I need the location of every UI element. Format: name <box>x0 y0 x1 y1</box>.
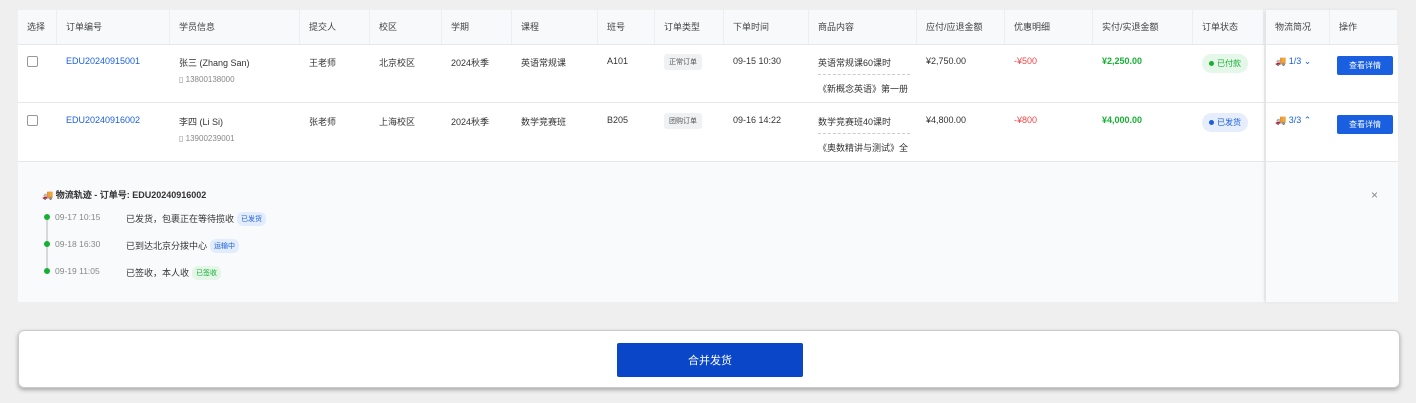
view-details-button[interactable]: 查看详情 <box>1337 115 1393 134</box>
actual-amount: ¥2,250.00 <box>1102 56 1143 66</box>
goods-list: 英语常规课60课时《新概念英语》第一册 <box>809 44 917 102</box>
phone-icon: ▯ <box>179 75 184 84</box>
status-dot <box>1209 120 1214 125</box>
col-header: 优惠明细 <box>1005 10 1093 44</box>
event-badge: 已发货 <box>237 212 267 226</box>
timeline-dot <box>44 241 50 247</box>
row-checkbox[interactable] <box>27 115 38 126</box>
bottom-bar: 合并发货 <box>18 330 1400 388</box>
col-header: 应付/应退金额 <box>917 10 1005 44</box>
merge-ship-button[interactable]: 合并发货 <box>617 343 803 377</box>
phone-icon: ▯ <box>179 134 184 143</box>
col-header: 校区 <box>370 10 442 44</box>
col-header: 学期 <box>442 10 512 44</box>
table-row: EDU20240916002 李四 (Li Si) ▯ 13900239001 张… <box>18 103 1264 162</box>
discount-amount: -¥800 <box>1014 115 1038 125</box>
logistics-toggle[interactable]: 🚚 1/3 ⌄ <box>1275 56 1311 66</box>
term: 2024秋季 <box>451 117 490 127</box>
col-header: 订单状态 <box>1193 10 1264 44</box>
col-header: 学员信息 <box>170 10 300 44</box>
goods-item: 《新概念英语》第一册 <box>818 84 909 94</box>
event-text: 已签收，本人收 <box>126 268 190 278</box>
col-header: 实付/实退金额 <box>1093 10 1193 44</box>
col-header: 班号 <box>598 10 655 44</box>
student-phone: 13800138000 <box>185 75 235 84</box>
orders-table: 选择 订单编号 学员信息 提交人 校区 学期 课程 班号 订单类型 下单时间 商… <box>18 10 1264 302</box>
logistics-toggle[interactable]: 🚚 3/3 ⌃ <box>1275 115 1311 125</box>
event-time: 09-19 11:05 <box>55 266 100 276</box>
student-phone: 13900239001 <box>185 134 235 143</box>
col-header: 商品内容 <box>809 10 917 44</box>
goods-list: 数学竞赛班40课时《奥数精讲与测试》全 <box>809 103 917 161</box>
col-header: 操作 <box>1330 10 1398 44</box>
order-type-tag: 正常订单 <box>664 54 702 70</box>
col-header: 下单时间 <box>724 10 809 44</box>
view-details-button[interactable]: 查看详情 <box>1337 56 1393 75</box>
event-text: 已发货，包裹正在等待揽收 <box>126 214 235 224</box>
campus: 北京校区 <box>379 58 416 68</box>
goods-item: 英语常规课60课时 <box>818 54 910 75</box>
tracking-panel: 🚚 物流轨迹 - 订单号: EDU20240916002 09-17 10:15… <box>18 162 1264 302</box>
fixed-row: 🚚 1/3 ⌄ 查看详情 <box>1266 44 1398 103</box>
class-number: B205 <box>607 115 629 125</box>
close-icon[interactable]: × <box>1371 188 1378 202</box>
status-badge: 已发货 <box>1202 113 1248 132</box>
order-type-tag: 团购订单 <box>664 113 702 129</box>
fixed-columns: 物流简况 操作 🚚 1/3 ⌄ 查看详情 🚚 3/3 ⌃ 查看详情 × <box>1266 10 1398 302</box>
course: 英语常规课 <box>521 58 567 68</box>
fixed-header: 物流简况 操作 <box>1266 10 1398 45</box>
payable-amount: ¥2,750.00 <box>926 56 967 66</box>
col-header: 订单类型 <box>655 10 724 44</box>
truck-icon: 🚚 <box>1275 56 1287 66</box>
discount-amount: -¥500 <box>1014 56 1038 66</box>
course: 数学竞赛班 <box>521 117 567 127</box>
event-badge: 已签收 <box>192 266 222 280</box>
tracking-event: 09-18 16:30 已到达北京分拨中心 运输中 <box>42 239 266 266</box>
order-time: 09-15 10:30 <box>733 56 782 66</box>
col-header: 课程 <box>512 10 598 44</box>
status-badge: 已付款 <box>1202 54 1248 73</box>
term: 2024秋季 <box>451 58 490 68</box>
col-header: 选择 <box>18 10 57 44</box>
event-time: 09-17 10:15 <box>55 212 101 222</box>
timeline-dot <box>44 214 50 220</box>
tracking-timeline: 09-17 10:15 已发货，包裹正在等待揽收 已发货 09-18 16:30 已到达… <box>42 212 267 293</box>
col-header: 提交人 <box>300 10 370 44</box>
row-checkbox[interactable] <box>27 56 38 67</box>
tracking-panel-fixed: × <box>1266 162 1398 302</box>
tracking-event: 09-17 10:15 已发货，包裹正在等待揽收 已发货 <box>42 212 267 239</box>
chevron-icon: ⌄ <box>1303 56 1312 66</box>
chevron-icon: ⌃ <box>1303 115 1312 125</box>
table-row: EDU20240915001 张三 (Zhang San) ▯ 138001380… <box>18 44 1264 103</box>
tracking-event: 09-19 11:05 已签收，本人收 已签收 <box>42 266 266 293</box>
student-name: 李四 (Li Si) <box>179 117 224 127</box>
truck-icon: 🚚 <box>42 190 54 200</box>
order-time: 09-16 14:22 <box>733 115 782 125</box>
col-header: 订单编号 <box>57 10 170 44</box>
submitter: 王老师 <box>309 58 337 68</box>
order-number-link[interactable]: EDU20240916002 <box>66 115 140 125</box>
campus: 上海校区 <box>379 117 416 127</box>
event-badge: 运输中 <box>210 239 240 253</box>
goods-item: 数学竞赛班40课时 <box>818 113 910 134</box>
payable-amount: ¥4,800.00 <box>926 115 967 125</box>
table-header: 选择 订单编号 学员信息 提交人 校区 学期 课程 班号 订单类型 下单时间 商… <box>18 10 1264 45</box>
order-number-link[interactable]: EDU20240915001 <box>66 56 140 66</box>
timeline-dot <box>44 268 50 274</box>
tracking-title: 🚚 物流轨迹 - 订单号: EDU20240916002 <box>42 190 207 200</box>
actual-amount: ¥4,000.00 <box>1102 115 1143 125</box>
student-name: 张三 (Zhang San) <box>179 58 250 68</box>
truck-icon: 🚚 <box>1275 115 1287 125</box>
fixed-row: 🚚 3/3 ⌃ 查看详情 <box>1266 103 1398 162</box>
class-number: A101 <box>607 56 629 66</box>
submitter: 张老师 <box>309 117 337 127</box>
col-header: 物流简况 <box>1266 10 1330 44</box>
status-dot <box>1209 61 1214 66</box>
goods-item: 《奥数精讲与测试》全 <box>818 143 909 153</box>
event-time: 09-18 16:30 <box>55 239 101 249</box>
event-text: 已到达北京分拨中心 <box>126 241 208 251</box>
